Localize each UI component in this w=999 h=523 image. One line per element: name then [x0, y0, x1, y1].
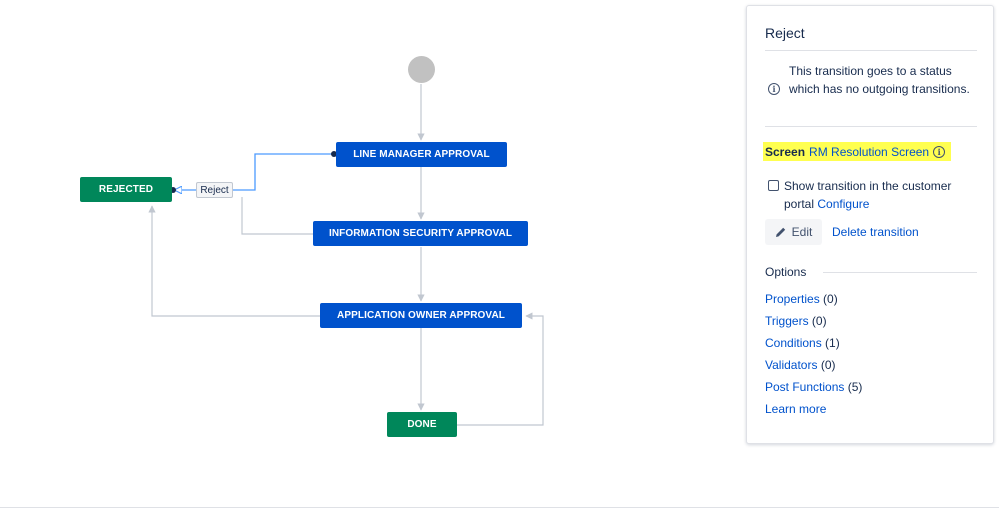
screen-info-icon[interactable]: i — [933, 145, 946, 158]
learn-more-link[interactable]: Learn more — [765, 402, 826, 416]
panel-divider — [765, 50, 977, 51]
connector-done-to-app-owner[interactable] — [457, 312, 544, 426]
screen-row: Screen RM Resolution Screen i — [763, 142, 952, 161]
option-count: (1) — [825, 336, 840, 350]
option-label: Post Functions — [765, 380, 845, 394]
bottom-divider — [0, 507, 999, 508]
customer-portal-checkbox[interactable] — [768, 180, 779, 191]
status-information-security-approval[interactable]: INFORMATION SECURITY APPROVAL — [313, 221, 528, 246]
connector-selected-reject[interactable] — [233, 153, 334, 191]
configure-link[interactable]: Configure — [817, 197, 869, 211]
connector-info-security-to-reject[interactable] — [241, 197, 313, 235]
screen-link[interactable]: RM Resolution Screen — [809, 145, 929, 159]
screen-label: Screen — [765, 144, 806, 159]
connector-app-owner-to-rejected[interactable] — [148, 205, 320, 317]
pencil-icon — [775, 227, 785, 237]
panel-divider — [765, 126, 977, 127]
info-icon: i — [768, 83, 780, 95]
start-node[interactable] — [408, 56, 435, 83]
status-line-manager-approval[interactable]: LINE MANAGER APPROVAL — [336, 142, 507, 167]
panel-title: Reject — [765, 25, 805, 41]
delete-transition-link[interactable]: Delete transition — [832, 225, 919, 239]
status-rejected[interactable]: REJECTED — [80, 177, 172, 202]
option-label: Validators — [765, 358, 818, 372]
option-post-functions[interactable]: Post Functions (5) — [765, 380, 862, 394]
option-label: Conditions — [765, 336, 822, 350]
option-validators[interactable]: Validators (0) — [765, 358, 836, 372]
option-label: Properties — [765, 292, 820, 306]
edit-button-label: Edit — [791, 225, 813, 239]
options-divider — [823, 272, 977, 273]
option-properties[interactable]: Properties (0) — [765, 292, 838, 306]
option-count: (0) — [811, 314, 827, 328]
notice-text: This transition goes to a status which h… — [789, 64, 970, 96]
option-count: (5) — [847, 380, 863, 394]
option-count: (0) — [820, 358, 836, 372]
option-count: (0) — [823, 292, 838, 306]
status-done[interactable]: DONE — [387, 412, 457, 437]
options-title: Options — [765, 265, 807, 279]
status-application-owner-approval[interactable]: APPLICATION OWNER APPROVAL — [320, 303, 522, 328]
transition-details-panel: Reject i This transition goes to a statu… — [746, 5, 994, 444]
customer-portal-label: Show transition in the customer portal C… — [784, 177, 984, 213]
transition-label-reject[interactable]: Reject — [196, 182, 233, 198]
option-label: Triggers — [765, 314, 809, 328]
edit-button[interactable]: Edit — [765, 219, 822, 245]
option-triggers[interactable]: Triggers (0) — [765, 314, 827, 328]
option-conditions[interactable]: Conditions (1) — [765, 336, 840, 350]
